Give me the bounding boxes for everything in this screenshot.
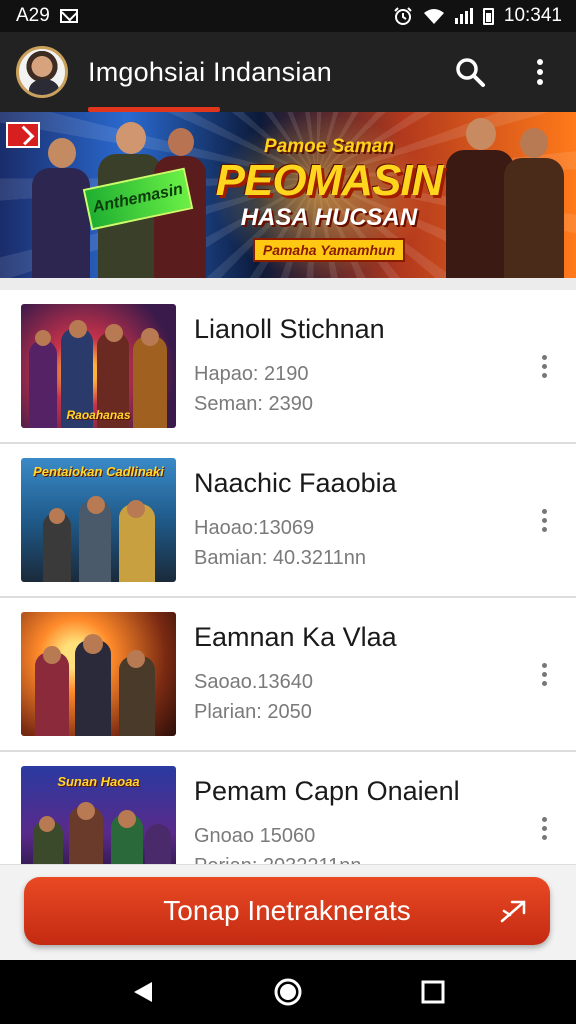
search-icon xyxy=(456,58,485,87)
app-title: Imgohsiai Indansian xyxy=(88,56,332,87)
battery-icon xyxy=(482,7,494,25)
search-button[interactable] xyxy=(452,54,488,90)
list-item[interactable]: Sunan Haoaa Pemam Capn Onaienl Gnoao 150… xyxy=(0,752,576,864)
primary-cta-button[interactable]: Tonap Inetraknerats xyxy=(24,877,550,945)
item-thumbnail xyxy=(21,612,176,736)
avatar[interactable] xyxy=(16,46,68,98)
recents-icon xyxy=(421,980,445,1004)
overflow-menu-icon xyxy=(537,59,543,85)
mail-icon xyxy=(59,9,78,23)
thumb-label: Raoahanas xyxy=(66,408,131,422)
clock: 10:341 xyxy=(503,5,562,26)
home-icon xyxy=(274,978,302,1006)
send-icon xyxy=(500,900,526,923)
banner-subtitle: HASA HUCSAN xyxy=(240,204,418,231)
item-title: Naachic Faaobia xyxy=(194,467,397,498)
item-more-button[interactable] xyxy=(524,808,564,848)
list-item[interactable]: Pentaiokan Cadlinaki Naachic Faaobia Hao… xyxy=(0,444,576,598)
cta-area: Tonap Inetraknerats xyxy=(0,864,576,960)
recents-button[interactable] xyxy=(409,968,457,1016)
item-title: Lianoll Stichnan xyxy=(194,313,385,344)
item-meta-1: Hapao: 2190 xyxy=(194,362,309,385)
item-more-button[interactable] xyxy=(524,346,564,386)
item-thumbnail: Sunan Haoaa xyxy=(21,766,176,864)
item-meta-2: Perian: 2032211nn xyxy=(194,851,524,865)
item-meta-1: Gnoao 15060 xyxy=(194,824,316,847)
status-bar: A29 10:341 xyxy=(0,0,576,32)
alarm-icon xyxy=(394,7,412,25)
content-list: Raoahanas Lianoll Stichnan Hapao: 2190 S… xyxy=(0,278,576,864)
item-meta-2: Plarian: 2050 xyxy=(194,700,312,723)
back-icon xyxy=(133,982,152,1002)
item-thumbnail: Pentaiokan Cadlinaki xyxy=(21,458,176,582)
more-vert-icon xyxy=(541,662,547,668)
list-item[interactable]: Raoahanas Lianoll Stichnan Hapao: 2190 S… xyxy=(0,290,576,444)
item-meta-2: Seman: 2390 xyxy=(194,392,313,415)
item-thumbnail: Raoahanas xyxy=(21,304,176,428)
item-more-button[interactable] xyxy=(524,500,564,540)
cta-label: Tonap Inetraknerats xyxy=(163,895,411,926)
item-more-button[interactable] xyxy=(524,654,564,694)
banner-title: PEOMASIN xyxy=(215,156,444,205)
banner-hero-left-1 xyxy=(26,138,96,278)
more-vert-icon xyxy=(541,354,547,360)
signal-icon xyxy=(454,8,473,24)
banner-tagline: Pamaha Yamamhun xyxy=(252,238,406,262)
thumb-label: Sunan Haoaa xyxy=(57,774,140,789)
wifi-icon xyxy=(423,9,444,24)
system-nav-bar xyxy=(0,960,576,1024)
banner-flag-icon xyxy=(6,122,40,148)
thumb-label: Pentaiokan Cadlinaki xyxy=(33,464,164,479)
banner-hero-right-2 xyxy=(500,128,570,278)
item-meta-1: Saoao.13640 xyxy=(194,670,314,693)
list-item[interactable]: Eamnan Ka Vlaa Saoao.13640 Plarian: 2050 xyxy=(0,598,576,752)
item-title: Eamnan Ka Vlaa xyxy=(194,621,397,652)
carrier-label: A29 xyxy=(16,5,50,26)
back-button[interactable] xyxy=(119,968,167,1016)
banner-eyebrow: Pamoe Saman xyxy=(264,136,394,157)
home-button[interactable] xyxy=(264,968,312,1016)
more-vert-icon xyxy=(541,508,547,514)
app-bar: Imgohsiai Indansian xyxy=(0,32,576,112)
more-vert-icon xyxy=(541,816,547,822)
item-meta-1: Haoao:13069 xyxy=(194,516,315,539)
item-meta-2: Bamian: 40.3211nn xyxy=(194,546,366,569)
promo-banner[interactable]: Anthemasin Pamoe Saman PEOMASIN HASA HUC… xyxy=(0,112,576,278)
overflow-menu-button[interactable] xyxy=(522,54,558,90)
item-title: Pemam Capn Onaienl xyxy=(194,775,460,806)
